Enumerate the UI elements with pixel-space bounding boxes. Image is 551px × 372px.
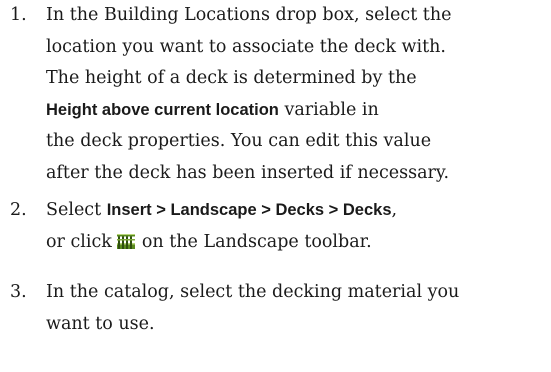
step-number: 1. [10, 5, 27, 25]
deck-tool-icon [116, 231, 136, 251]
menu-path: Insert > Landscape > Decks > Decks [106, 201, 392, 219]
step-text-fragment: variable in [278, 99, 379, 120]
step-text-fragment: on the Landscape toolbar. [141, 231, 372, 252]
step-line: The height of a deck is determined by th… [46, 68, 417, 88]
step-text-fragment: or click [46, 231, 112, 252]
step-line: after the deck has been inserted if nece… [46, 162, 450, 183]
step-line: In the catalog, select the decking mater… [46, 282, 460, 302]
step-text-fragment: Select [46, 200, 107, 220]
step-line: the deck properties. You can edit this v… [46, 131, 432, 151]
step-text: Select Insert > Landscape > Decks > Deck… [46, 195, 546, 258]
step-line: Height above current location variable i… [46, 95, 546, 127]
ui-term-bold: Height above current location [46, 100, 279, 119]
step-line: In the Building Locations drop box, sele… [46, 5, 452, 25]
step-line: location you want to associate the deck … [46, 36, 446, 57]
step-text-fragment: , [391, 200, 398, 220]
step-text: In the catalog, select the decking mater… [46, 277, 546, 340]
step-number: 3. [10, 282, 27, 302]
step-line: or click on the Landscape toolbar. [46, 227, 546, 259]
step-text: In the Building Locations drop box, sele… [46, 0, 546, 189]
step-number: 2. [10, 200, 27, 220]
step-line: want to use. [46, 313, 155, 334]
step-line: Select Insert > Landscape > Decks > Deck… [46, 195, 546, 227]
instruction-steps: 1. In the Building Locations drop box, s… [0, 0, 551, 372]
